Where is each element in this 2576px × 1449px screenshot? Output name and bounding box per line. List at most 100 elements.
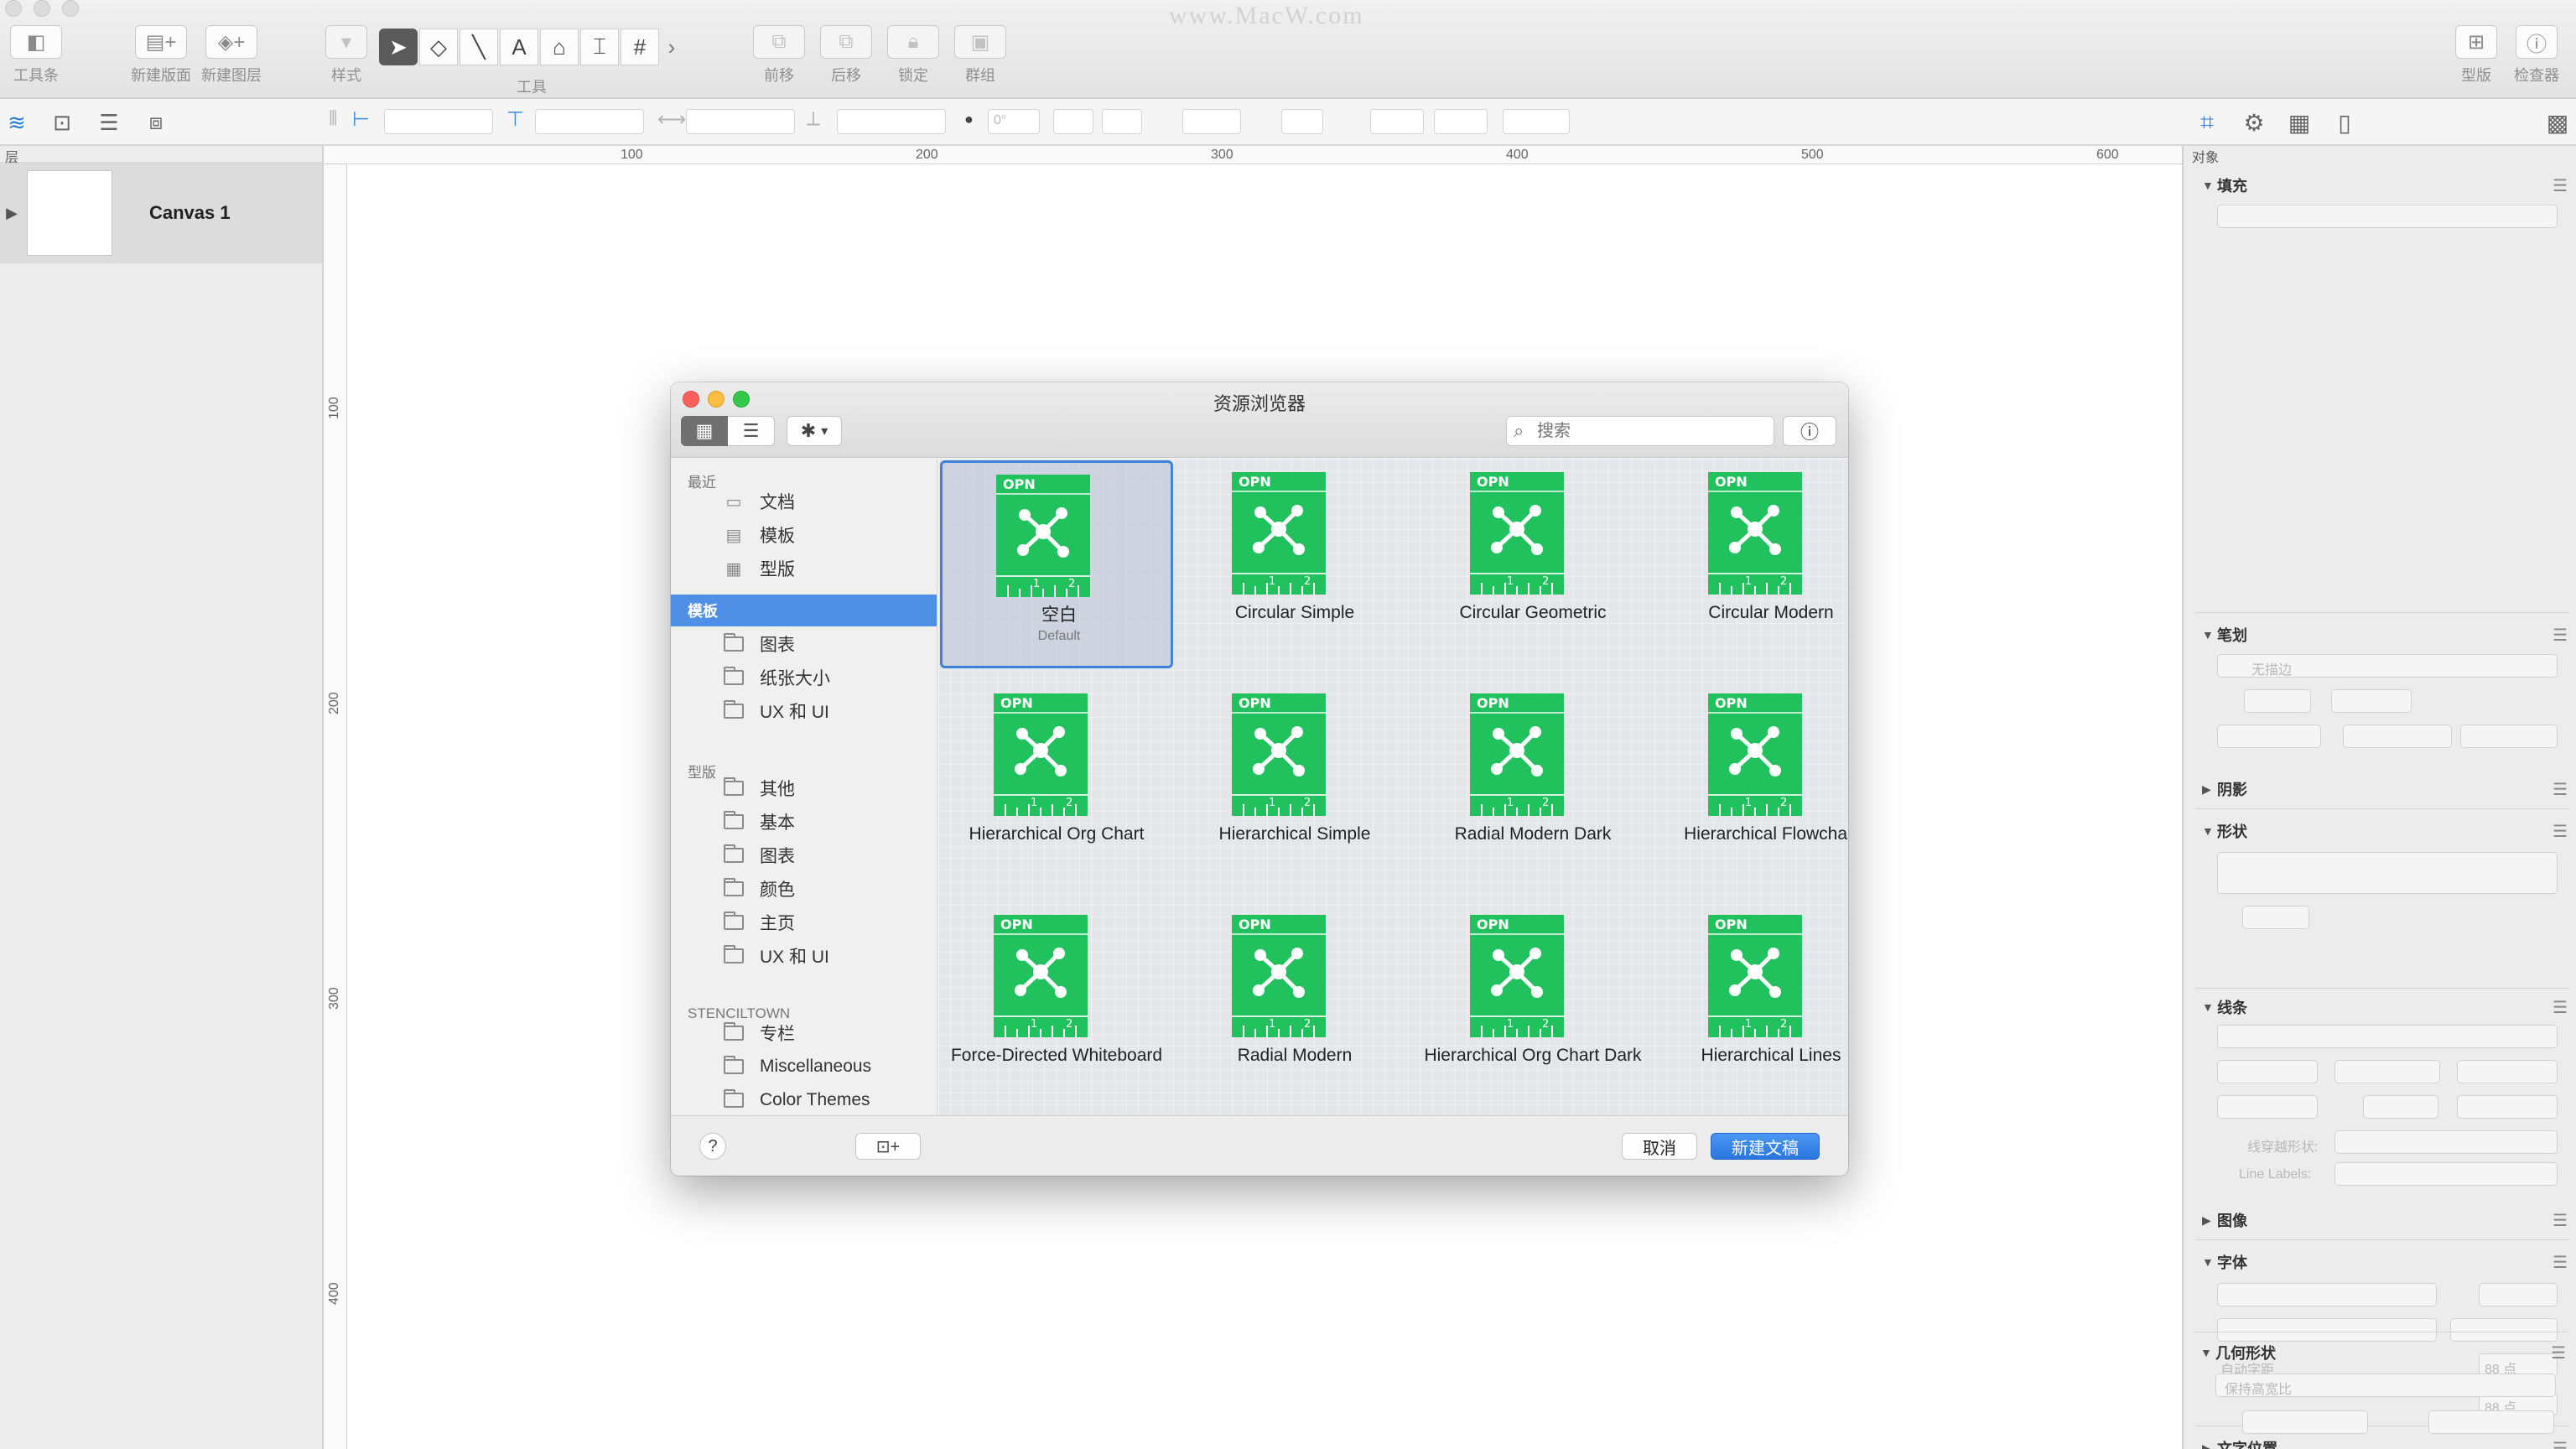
layers-view-icon[interactable]: ≋ xyxy=(0,106,34,139)
toolbar-sidebar-button[interactable]: ◧ 工具条 xyxy=(10,25,62,86)
canvas-inspector-icon[interactable]: ▦ xyxy=(2283,106,2316,139)
fill-section-header[interactable]: ▼ 填充 ☰ xyxy=(2184,173,2576,198)
align-dropdown[interactable] xyxy=(1182,109,1241,134)
line-width-field[interactable] xyxy=(2217,1095,2318,1119)
search-input[interactable] xyxy=(1537,420,1763,442)
template-tile[interactable]: OPN 1 2 Hierarchical Simple xyxy=(1178,682,1411,890)
lines-section-header[interactable]: ▼ 线条 ☰ xyxy=(2184,995,2576,1020)
canvas-view-icon[interactable]: ⊡ xyxy=(45,106,79,139)
line-curve-field[interactable] xyxy=(2363,1095,2438,1119)
sidebar-item-stencil-diagrams[interactable]: 图表 xyxy=(723,839,795,871)
stroke-width-field[interactable] xyxy=(1503,109,1570,134)
geometry-x-field[interactable] xyxy=(2242,1410,2368,1434)
shape-picker[interactable] xyxy=(2217,852,2558,894)
line-tail-select[interactable] xyxy=(2457,1060,2558,1083)
new-layer-button[interactable]: ◈+ 新建图层 xyxy=(201,25,262,86)
style-brush-icon[interactable]: ⌶ xyxy=(580,29,619,65)
style-button[interactable]: ▾ 样式 xyxy=(325,25,367,86)
stroke-dropdown[interactable] xyxy=(1434,109,1488,134)
sidebar-item-stenciltown-color-themes[interactable]: Color Themes xyxy=(723,1084,870,1115)
template-tile[interactable]: OPN 1 2 Force-Directed Whiteboard xyxy=(940,903,1173,1111)
window-minimize-button[interactable] xyxy=(34,0,50,17)
help-button[interactable]: ? xyxy=(699,1133,726,1160)
template-tile[interactable]: OPN 1 2 Hierarchical Lines xyxy=(1654,903,1848,1111)
stroke-pattern-select[interactable] xyxy=(2331,689,2412,713)
section-menu-icon[interactable]: ☰ xyxy=(2553,779,2568,800)
template-tile[interactable]: OPN 1 2 Hierarchical Org Chart xyxy=(940,682,1173,890)
inspector-button[interactable]: ⓘ 检查器 xyxy=(2514,25,2559,86)
action-menu-button[interactable]: ✱ ▾ xyxy=(787,416,842,446)
corner-style-select[interactable] xyxy=(2343,724,2452,748)
window-zoom-button[interactable] xyxy=(62,0,79,17)
fill-dropdown[interactable] xyxy=(1370,109,1424,134)
disclosure-triangle-icon[interactable]: ▶ xyxy=(0,205,23,222)
info-button[interactable]: ⓘ xyxy=(1783,416,1836,446)
geometry-y-field[interactable] xyxy=(2428,1410,2554,1434)
font-family-select[interactable] xyxy=(2217,1283,2437,1306)
spacing-field[interactable] xyxy=(1281,109,1323,134)
sidebar-item-recent-templates[interactable]: ▤ 模板 xyxy=(723,519,795,551)
template-tile[interactable]: OPN 1 2 空白 Default xyxy=(940,460,1173,668)
section-menu-icon[interactable]: ☰ xyxy=(2553,1210,2568,1231)
group-button[interactable]: ▣ 群组 xyxy=(954,25,1006,86)
send-backward-button[interactable]: ⧉ 后移 xyxy=(820,25,872,86)
grid-view-icon[interactable]: ▦ xyxy=(681,416,728,446)
template-tile[interactable]: OPN 1 2 Circular Modern xyxy=(1654,460,1848,668)
stencil-grid-icon[interactable]: ▩ xyxy=(2541,106,2574,139)
template-tile[interactable]: OPN 1 2 Circular Simple xyxy=(1178,460,1411,668)
add-folder-button[interactable]: ⊡+ xyxy=(855,1133,921,1160)
diagram-icon[interactable]: # xyxy=(621,29,659,65)
pen-icon[interactable]: ⌂ xyxy=(540,29,579,65)
outline-view-icon[interactable]: ☰ xyxy=(92,106,126,139)
font-size-field[interactable] xyxy=(2479,1283,2558,1306)
stroke-width-field[interactable] xyxy=(2244,689,2311,713)
section-menu-icon[interactable]: ☰ xyxy=(2553,175,2568,196)
width-field[interactable] xyxy=(686,109,795,134)
stroke-section-header[interactable]: ▼ 笔划 ☰ xyxy=(2184,622,2576,647)
sidebar-item-stencil-other[interactable]: 其他 xyxy=(723,772,795,804)
sidebar-item-recent-stencils[interactable]: ▦ 型版 xyxy=(723,553,795,584)
line-cross-select[interactable] xyxy=(2334,1130,2558,1154)
corner-radius-field[interactable] xyxy=(2242,906,2309,929)
template-tile[interactable]: OPN 1 2 Radial Modern xyxy=(1178,903,1411,1111)
template-tile[interactable]: OPN 1 2 Radial Modern Dark xyxy=(1416,682,1649,890)
line-head-select[interactable] xyxy=(2217,1060,2318,1083)
sidebar-item-stencil-home[interactable]: 主页 xyxy=(723,906,795,938)
sidebar-item-template-diagrams[interactable]: 图表 xyxy=(723,628,795,660)
pointer-icon[interactable]: ➤ xyxy=(379,29,418,65)
template-tile[interactable]: OPN 1 2 Circular Geometric xyxy=(1416,460,1649,668)
settings-gear-icon[interactable]: ⚙ xyxy=(2237,106,2271,139)
line-type-select[interactable] xyxy=(2217,1025,2558,1048)
shadow-section-header[interactable]: ▶ 阴影 ☰ xyxy=(2184,776,2576,802)
section-menu-icon[interactable]: ☰ xyxy=(2551,1343,2566,1363)
section-menu-icon[interactable]: ☰ xyxy=(2553,1252,2568,1273)
new-canvas-button[interactable]: ▤+ 新建版面 xyxy=(131,25,191,86)
line-labels-select[interactable] xyxy=(2334,1162,2558,1186)
line-hop-field[interactable] xyxy=(2457,1095,2558,1119)
new-document-button[interactable]: 新建文稿 xyxy=(1711,1133,1820,1160)
shape-icon[interactable]: ◇ xyxy=(419,29,458,65)
stencil-button[interactable]: ⊞ 型版 xyxy=(2455,25,2497,86)
section-menu-icon[interactable]: ☰ xyxy=(2553,821,2568,842)
lock-button[interactable]: 🔒︎ 锁定 xyxy=(887,25,939,86)
flip-v-button[interactable] xyxy=(1102,109,1142,134)
cancel-button[interactable]: 取消 xyxy=(1622,1133,1697,1160)
flip-h-button[interactable] xyxy=(1053,109,1093,134)
rotation-field[interactable]: 0° xyxy=(988,109,1040,134)
window-close-button[interactable] xyxy=(5,0,22,17)
sidebar-item-template-ux-ui[interactable]: UX 和 UI xyxy=(723,695,829,727)
template-tile[interactable]: OPN 1 2 Hierarchical Flowchart xyxy=(1654,682,1848,890)
x-position-field[interactable] xyxy=(384,109,493,134)
cap-style-select[interactable] xyxy=(2460,724,2558,748)
more-tools-icon[interactable]: › xyxy=(661,29,683,65)
template-tile[interactable]: OPN 1 2 Hierarchical Org Chart Dark xyxy=(1416,903,1649,1111)
document-inspector-icon[interactable]: ▯ xyxy=(2328,106,2361,139)
stroke-type-select[interactable]: 无描边 xyxy=(2217,654,2558,678)
sidebar-item-stenciltown-miscellaneous[interactable]: Miscellaneous xyxy=(723,1051,871,1083)
y-position-field[interactable] xyxy=(535,109,644,134)
canvas-row[interactable]: ▶ Canvas 1 xyxy=(0,163,322,263)
font-section-header[interactable]: ▼ 字体 ☰ xyxy=(2184,1249,2576,1275)
geometry-section-header[interactable]: ▼ 几何形状 ☰ xyxy=(2182,1340,2576,1365)
sidebar-item-templates[interactable]: 模板 xyxy=(671,595,937,626)
object-inspector-icon[interactable]: ⌗ xyxy=(2190,106,2224,139)
